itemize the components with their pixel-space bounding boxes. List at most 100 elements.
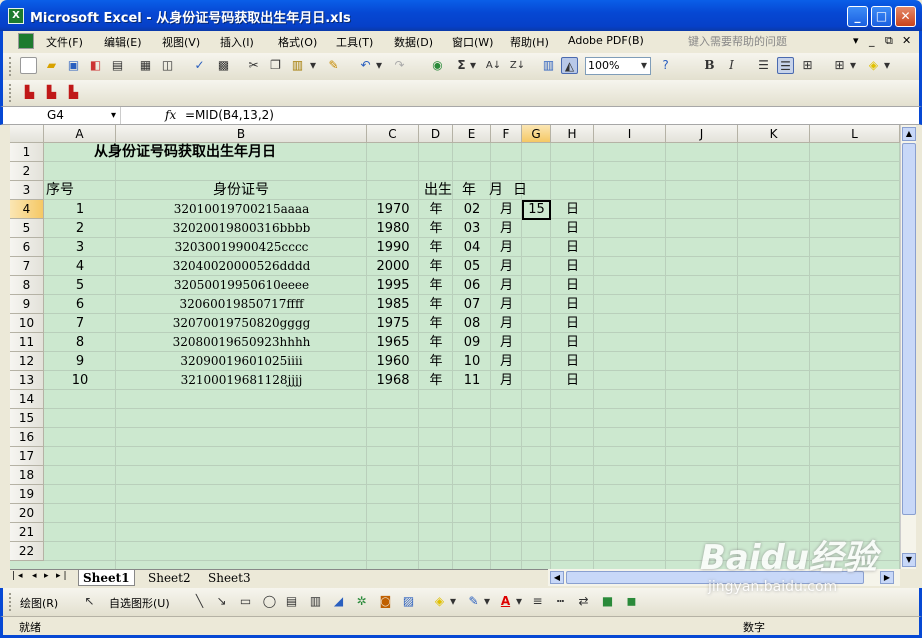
cell-id-row4[interactable]: 32010019700215aaaa (116, 200, 367, 219)
autosum-icon[interactable]: Σ (453, 57, 470, 74)
cell-seq-row13[interactable]: 10 (44, 371, 116, 390)
cell-seq-row4[interactable]: 1 (44, 200, 116, 219)
cell-id-row8[interactable]: 32050019950610eeee (116, 276, 367, 295)
close-button[interactable]: ✕ (895, 6, 916, 27)
select-objects-icon[interactable]: ↖ (81, 593, 98, 610)
toolbar-grip[interactable] (9, 593, 12, 611)
cell-year-row7[interactable]: 2000 (367, 257, 419, 276)
cell-year-row10[interactable]: 1975 (367, 314, 419, 333)
menu-format[interactable]: 格式(O) (278, 34, 317, 50)
cell-id-row11[interactable]: 32080019650923hhhh (116, 333, 367, 352)
cell-y-row5[interactable]: 年 (419, 219, 453, 238)
column-header-j[interactable]: J (666, 125, 738, 143)
draw-menu-button[interactable]: 绘图(R) (20, 595, 58, 611)
menu-edit[interactable]: 编辑(E) (104, 34, 142, 50)
clip-art-icon[interactable]: ◙ (377, 593, 394, 610)
cell-month-row6[interactable]: 04 (453, 238, 491, 257)
cell-year-row8[interactable]: 1995 (367, 276, 419, 295)
cell-m-row9[interactable]: 月 (491, 295, 522, 314)
row-header-17[interactable]: 17 (10, 447, 44, 466)
row-header-12[interactable]: 12 (10, 352, 44, 371)
font-color-icon[interactable]: A (497, 593, 514, 610)
cell-year-row6[interactable]: 1990 (367, 238, 419, 257)
cell-month-row7[interactable]: 05 (453, 257, 491, 276)
row-header-10[interactable]: 10 (10, 314, 44, 333)
dash-style-icon[interactable]: ┅ (552, 593, 569, 610)
column-header-i[interactable]: I (594, 125, 666, 143)
new-icon[interactable] (20, 57, 37, 74)
row-header-22[interactable]: 22 (10, 542, 44, 561)
column-header-e[interactable]: E (453, 125, 491, 143)
row-header-18[interactable]: 18 (10, 466, 44, 485)
doc-minimize-icon[interactable]: _ (869, 34, 875, 47)
row-header-3[interactable]: 3 (10, 181, 44, 200)
picture-icon[interactable]: ▨ (400, 593, 417, 610)
column-header-l[interactable]: L (810, 125, 900, 143)
formula-input[interactable]: =MID(B4,13,2) (185, 107, 274, 124)
cell-d-row8[interactable]: 日 (551, 276, 594, 295)
cell-day-row11[interactable] (522, 333, 551, 352)
cell-month-row11[interactable]: 09 (453, 333, 491, 352)
cell-y-row11[interactable]: 年 (419, 333, 453, 352)
cell-d-row6[interactable]: 日 (551, 238, 594, 257)
cell-m-row12[interactable]: 月 (491, 352, 522, 371)
tab-scroll-prev-icon[interactable]: ◂ (32, 571, 37, 581)
column-header-d[interactable]: D (419, 125, 453, 143)
vertical-text-box-icon[interactable]: ▥ (307, 593, 324, 610)
toolbar-grip[interactable] (9, 57, 12, 76)
cell-y-row12[interactable]: 年 (419, 352, 453, 371)
fill-color-dropdown-icon[interactable]: ▾ (449, 593, 457, 610)
merge-center-icon[interactable]: ⊞ (799, 57, 816, 74)
cell-day-row8[interactable] (522, 276, 551, 295)
cell-day-row7[interactable] (522, 257, 551, 276)
cell-m-row6[interactable]: 月 (491, 238, 522, 257)
row-header-11[interactable]: 11 (10, 333, 44, 352)
row-header-5[interactable]: 5 (10, 219, 44, 238)
menu-window[interactable]: 窗口(W) (452, 34, 493, 50)
align-center-icon[interactable]: ☰ (777, 57, 794, 74)
cell-y-row10[interactable]: 年 (419, 314, 453, 333)
column-header-a[interactable]: A (44, 125, 116, 143)
cell-seq-row5[interactable]: 2 (44, 219, 116, 238)
paste-icon[interactable]: ▥ (289, 57, 306, 74)
sort-ascending-icon[interactable]: A↓ (485, 57, 502, 74)
header-year[interactable]: 年 (462, 181, 476, 200)
sheet-title[interactable]: 从身份证号码获取出生年月日 (94, 143, 374, 162)
pdf-review-icon[interactable]: ▙ (65, 84, 82, 101)
cell-seq-row12[interactable]: 9 (44, 352, 116, 371)
cell-month-row10[interactable]: 08 (453, 314, 491, 333)
cell-day-row6[interactable] (522, 238, 551, 257)
cell-d-row13[interactable]: 日 (551, 371, 594, 390)
autoshapes-menu-button[interactable]: 自选图形(U) (109, 595, 170, 611)
cell-id-row12[interactable]: 32090019601025iiii (116, 352, 367, 371)
scroll-right-icon[interactable]: ▶ (880, 571, 894, 584)
minimize-button[interactable]: _ (847, 6, 868, 27)
cell-y-row6[interactable]: 年 (419, 238, 453, 257)
chevron-down-icon[interactable]: ▾ (853, 34, 859, 47)
cell-m-row10[interactable]: 月 (491, 314, 522, 333)
row-header-2[interactable]: 2 (10, 162, 44, 181)
borders-dropdown-icon[interactable]: ▾ (849, 57, 857, 74)
help-question-box[interactable]: 键入需要帮助的问题 (688, 33, 787, 49)
research-icon[interactable]: ▩ (215, 57, 232, 74)
cell-d-row5[interactable]: 日 (551, 219, 594, 238)
fill-color-dropdown-icon[interactable]: ▾ (883, 57, 891, 74)
cell-month-row12[interactable]: 10 (453, 352, 491, 371)
column-header-f[interactable]: F (491, 125, 522, 143)
header-seq[interactable]: 序号 (46, 181, 74, 200)
scroll-down-icon[interactable]: ▼ (902, 553, 916, 567)
tab-scroll-last-icon[interactable]: ▸| (56, 571, 70, 581)
cell-seq-row11[interactable]: 8 (44, 333, 116, 352)
paste-dropdown-icon[interactable]: ▾ (309, 57, 317, 74)
drawing-toggle-icon[interactable]: ◭ (561, 57, 578, 74)
row-header-13[interactable]: 13 (10, 371, 44, 390)
row-header-9[interactable]: 9 (10, 295, 44, 314)
cut-icon[interactable]: ✂ (245, 57, 262, 74)
line-color-dropdown-icon[interactable]: ▾ (483, 593, 491, 610)
cell-month-row8[interactable]: 06 (453, 276, 491, 295)
name-box[interactable]: G4 (3, 107, 121, 124)
tab-scroll-next-icon[interactable]: ▸ (44, 571, 49, 581)
menu-file[interactable]: 文件(F) (46, 34, 83, 50)
cell-day-row13[interactable] (522, 371, 551, 390)
column-header-b[interactable]: B (116, 125, 367, 143)
